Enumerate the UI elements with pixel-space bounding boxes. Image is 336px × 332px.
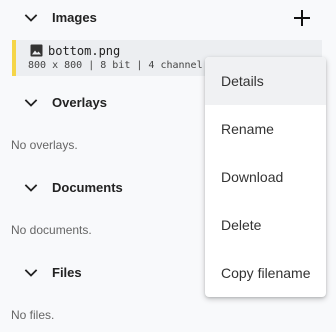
image-icon [30,44,43,57]
chevron-down-icon [24,184,38,192]
chevron-down-icon [24,14,38,22]
empty-overlays-text: No overlays. [11,138,78,152]
section-title: Documents [52,180,123,195]
section-title: Images [52,10,97,25]
menu-item-rename[interactable]: Rename [205,105,326,153]
image-name: bottom.png [48,44,121,58]
empty-documents-text: No documents. [11,223,92,237]
chevron-down-icon [24,99,38,107]
image-meta: 800 x 800 | 8 bit | 4 channel [28,60,203,71]
menu-item-download[interactable]: Download [205,153,326,201]
empty-files-text: No files. [11,308,55,322]
chevron-down-icon [24,269,38,277]
context-menu: Details Rename Download Delete Copy file… [205,57,326,297]
section-header-images[interactable]: Images [0,6,336,30]
menu-item-delete[interactable]: Delete [205,201,326,249]
menu-item-copy-filename[interactable]: Copy filename [205,249,326,297]
section-title: Files [52,265,82,280]
plus-icon[interactable] [292,8,312,28]
menu-item-details[interactable]: Details [205,57,326,105]
section-title: Overlays [52,95,107,110]
